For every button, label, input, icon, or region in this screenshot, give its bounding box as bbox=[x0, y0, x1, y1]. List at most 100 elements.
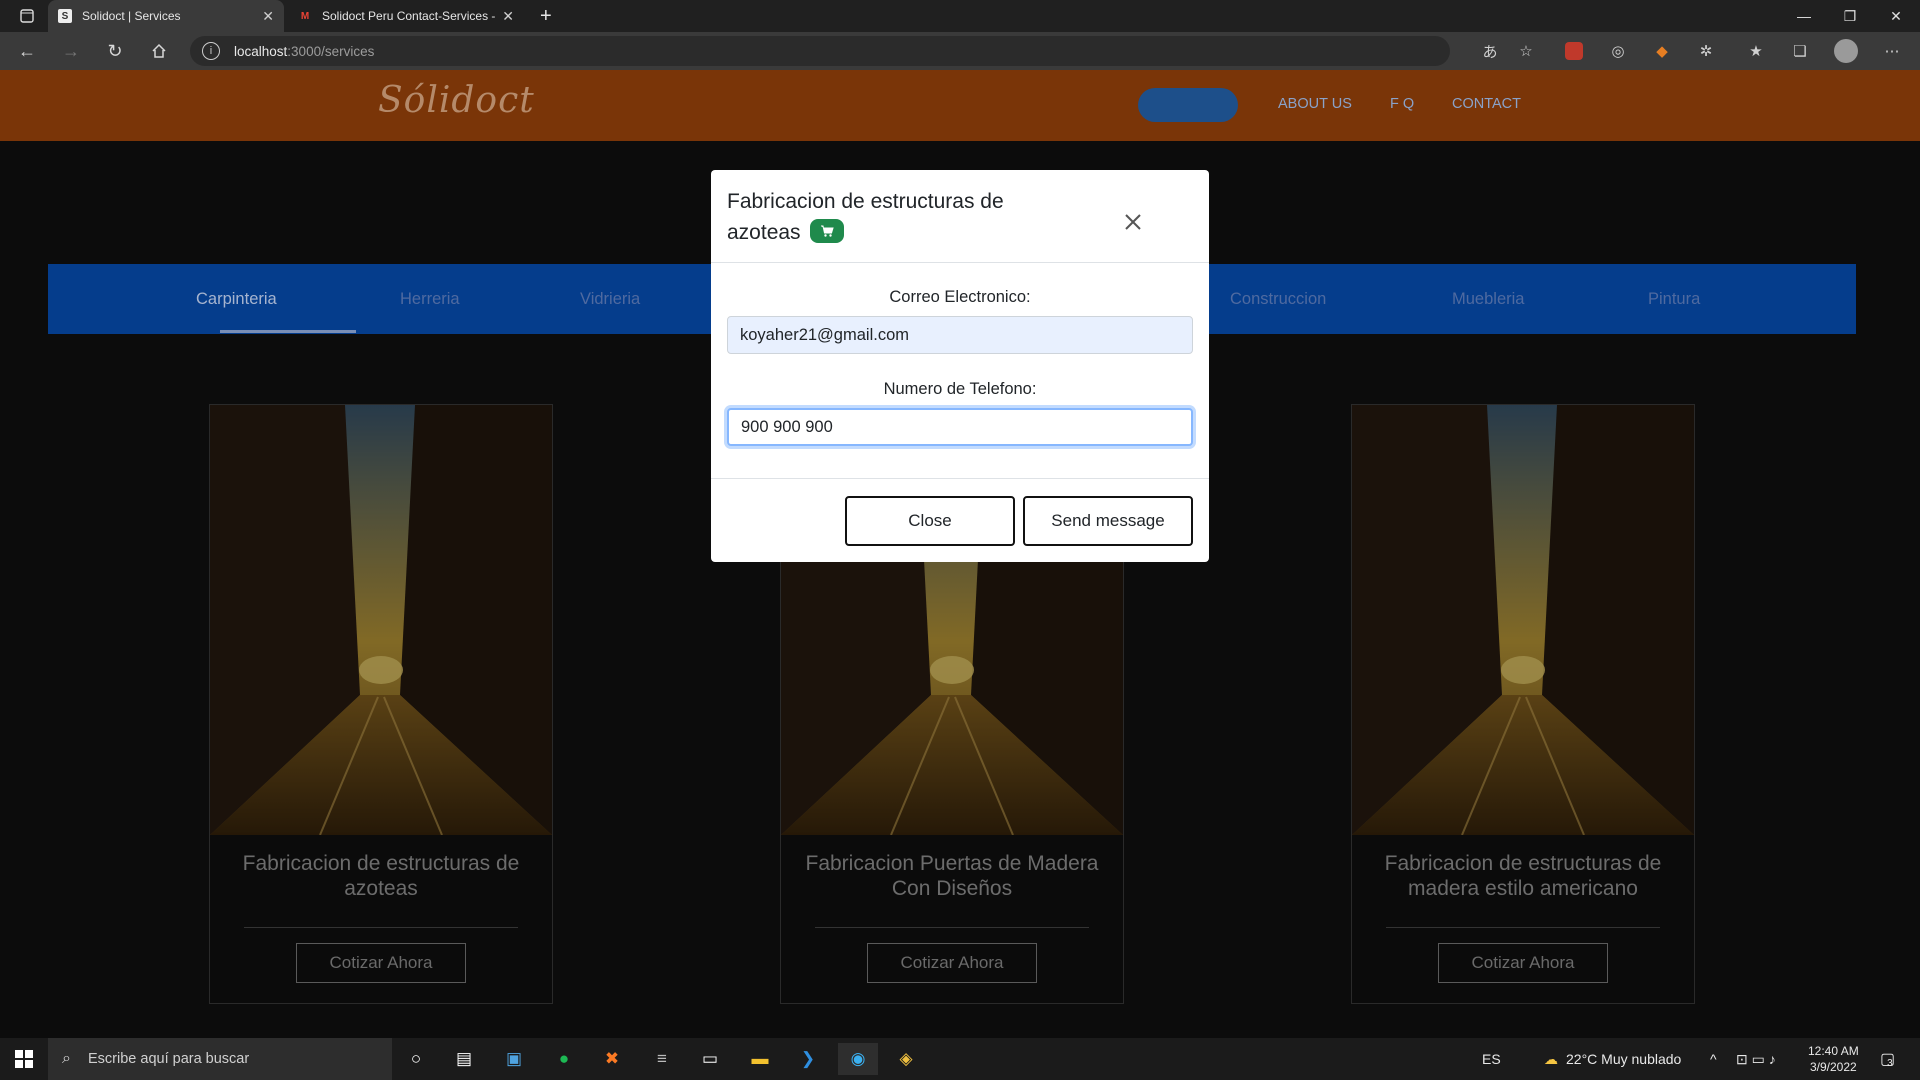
modal-title-text: Fabricacion de estructuras de azoteas bbox=[727, 190, 1004, 244]
windows-taskbar: ⌕ Escribe aquí para buscar ○ ▤ ▣ ● ✖ ≡ ▭… bbox=[0, 1038, 1920, 1080]
back-icon[interactable]: ← bbox=[12, 36, 42, 66]
taskbar-search[interactable]: ⌕ Escribe aquí para buscar bbox=[48, 1038, 392, 1080]
vscode-icon[interactable]: ❯ bbox=[788, 1043, 828, 1075]
email-label: Correo Electronico: bbox=[889, 288, 1031, 306]
nav-contact[interactable]: CONTACT bbox=[1452, 96, 1521, 112]
site-logo[interactable]: Sólidoct bbox=[378, 80, 535, 121]
file-explorer-icon[interactable]: ▬ bbox=[740, 1043, 780, 1075]
tab-close-icon[interactable]: ✕ bbox=[262, 8, 274, 25]
profile-avatar[interactable] bbox=[1834, 39, 1858, 63]
tab-pintura[interactable]: Pintura bbox=[1648, 264, 1700, 334]
tab-muebleria[interactable]: Muebleria bbox=[1452, 264, 1524, 334]
quote-modal: Fabricacion de estructuras de azoteas Co… bbox=[711, 170, 1209, 562]
browser-tab-bar: S Solidoct | Services ✕ M Solidoct Peru … bbox=[0, 0, 1920, 32]
xampp-icon[interactable]: ✖ bbox=[592, 1043, 632, 1075]
read-aloud-icon[interactable]: あ bbox=[1478, 39, 1502, 63]
nav-faq[interactable]: F Q bbox=[1390, 96, 1414, 112]
weather-text: 22°C Muy nublado bbox=[1566, 1051, 1682, 1067]
address-field[interactable]: i localhost:3000/services bbox=[190, 36, 1450, 66]
windows-start-icon[interactable] bbox=[4, 1043, 44, 1075]
weather-icon: ☁ bbox=[1544, 1050, 1558, 1067]
tab-title: Solidoct | Services bbox=[82, 9, 181, 23]
tab-services[interactable]: S Solidoct | Services ✕ bbox=[48, 0, 284, 32]
active-tab-indicator bbox=[220, 330, 356, 333]
metamask-icon[interactable]: ◆ bbox=[1650, 39, 1674, 63]
phone-field[interactable] bbox=[727, 408, 1193, 446]
tab-close-icon[interactable]: ✕ bbox=[502, 8, 514, 25]
service-title: Fabricacion Puertas de Madera Con Diseño… bbox=[805, 852, 1099, 900]
tab-title: Solidoct Peru Contact-Services - bbox=[322, 9, 496, 23]
modal-header-divider bbox=[711, 262, 1209, 263]
favorite-add-icon[interactable]: ☆ bbox=[1514, 39, 1538, 63]
tab-vidrieria[interactable]: Vidrieria bbox=[580, 264, 640, 334]
nav-about-us[interactable]: ABOUT US bbox=[1278, 96, 1352, 112]
extension-target-icon[interactable]: ◎ bbox=[1606, 39, 1630, 63]
site-header: Sólidoct ABOUT US F Q CONTACT bbox=[0, 70, 1920, 141]
site-info-icon[interactable]: i bbox=[202, 42, 220, 60]
more-options-icon[interactable]: ⋯ bbox=[1880, 39, 1904, 63]
spotify-icon[interactable]: ● bbox=[544, 1043, 584, 1075]
site-favicon-icon: S bbox=[58, 9, 72, 23]
quote-button[interactable]: Cotizar Ahora bbox=[867, 943, 1037, 983]
show-hidden-icons[interactable]: ^ bbox=[1710, 1038, 1717, 1080]
cortana-icon[interactable]: ○ bbox=[396, 1043, 436, 1075]
database-icon[interactable]: ≡ bbox=[642, 1043, 682, 1075]
clock-date: 3/9/2022 bbox=[1809, 1060, 1857, 1074]
language-indicator[interactable]: ES bbox=[1482, 1038, 1501, 1080]
clock[interactable]: 12:40 AM 3/9/2022 bbox=[1808, 1038, 1859, 1080]
quote-button[interactable]: Cotizar Ahora bbox=[1438, 943, 1608, 983]
modal-footer-divider bbox=[711, 478, 1209, 479]
collections-icon[interactable]: ❏ bbox=[1788, 39, 1812, 63]
extension-red-icon[interactable] bbox=[1565, 42, 1583, 60]
notification-count: 3 bbox=[1887, 1057, 1893, 1069]
quote-button[interactable]: Cotizar Ahora bbox=[296, 943, 466, 983]
favorites-icon[interactable]: ★ bbox=[1744, 39, 1768, 63]
refresh-icon[interactable]: ↻ bbox=[100, 36, 130, 66]
modal-title: Fabricacion de estructuras de azoteas bbox=[727, 186, 1057, 248]
url-host: localhost bbox=[234, 43, 288, 59]
close-button[interactable]: Close bbox=[845, 496, 1015, 546]
forward-icon[interactable]: → bbox=[56, 36, 86, 66]
email-field[interactable] bbox=[727, 316, 1193, 354]
page-content: Sólidoct ABOUT US F Q CONTACT Carpinteri… bbox=[0, 70, 1920, 1038]
search-placeholder: Escribe aquí para buscar bbox=[88, 1051, 250, 1067]
service-title: Fabricacion de estructuras de azoteas bbox=[242, 852, 520, 900]
window-close-icon[interactable]: ✕ bbox=[1874, 0, 1918, 32]
card-divider bbox=[1386, 927, 1660, 928]
gmail-icon: M bbox=[300, 10, 310, 22]
browser-toolbar: ← → ↻ i localhost:3000/services あ ☆ ◎ ◆ … bbox=[0, 32, 1920, 70]
phone-label: Numero de Telefono: bbox=[883, 380, 1037, 398]
tab-actions-icon[interactable] bbox=[10, 0, 46, 32]
url-path: :3000/services bbox=[287, 43, 375, 59]
service-photo bbox=[210, 405, 552, 835]
card-divider bbox=[815, 927, 1089, 928]
service-card: Fabricacion de estructuras de madera est… bbox=[1351, 404, 1695, 1004]
extensions-icon[interactable]: ✲ bbox=[1694, 39, 1718, 63]
home-icon[interactable] bbox=[144, 36, 174, 66]
tab-herreria[interactable]: Herreria bbox=[400, 264, 460, 334]
service-card: Fabricacion de estructuras de azoteas Co… bbox=[209, 404, 553, 1004]
search-icon: ⌕ bbox=[62, 1050, 71, 1067]
notifications-icon[interactable]: ▢ 3 bbox=[1880, 1038, 1895, 1080]
edge-icon[interactable]: ◉ bbox=[838, 1043, 878, 1075]
tab-gmail[interactable]: M Solidoct Peru Contact-Services - ✕ bbox=[288, 0, 524, 32]
git-icon[interactable]: ◈ bbox=[886, 1043, 926, 1075]
nav-active-pill[interactable] bbox=[1138, 88, 1238, 122]
modal-close-icon[interactable] bbox=[1113, 202, 1153, 242]
card-divider bbox=[244, 927, 518, 928]
tab-carpinteria[interactable]: Carpinteria bbox=[196, 264, 277, 334]
tray-icons[interactable]: ⊡ ▭ ♪ bbox=[1736, 1038, 1776, 1080]
service-photo bbox=[1352, 405, 1694, 835]
clock-time: 12:40 AM bbox=[1808, 1044, 1859, 1058]
minimize-icon[interactable]: — bbox=[1782, 0, 1826, 32]
tab-construccion[interactable]: Construccion bbox=[1230, 264, 1326, 334]
new-tab-icon[interactable]: + bbox=[530, 0, 558, 32]
terminal-icon[interactable]: ▭ bbox=[690, 1043, 730, 1075]
app-icon[interactable]: ▣ bbox=[494, 1043, 534, 1075]
service-title: Fabricacion de estructuras de madera est… bbox=[1384, 852, 1662, 900]
weather-widget[interactable]: ☁ 22°C Muy nublado bbox=[1544, 1038, 1681, 1080]
cart-icon bbox=[810, 219, 845, 244]
send-message-button[interactable]: Send message bbox=[1023, 496, 1193, 546]
task-view-icon[interactable]: ▤ bbox=[444, 1043, 484, 1075]
restore-icon[interactable]: ❐ bbox=[1828, 0, 1872, 32]
